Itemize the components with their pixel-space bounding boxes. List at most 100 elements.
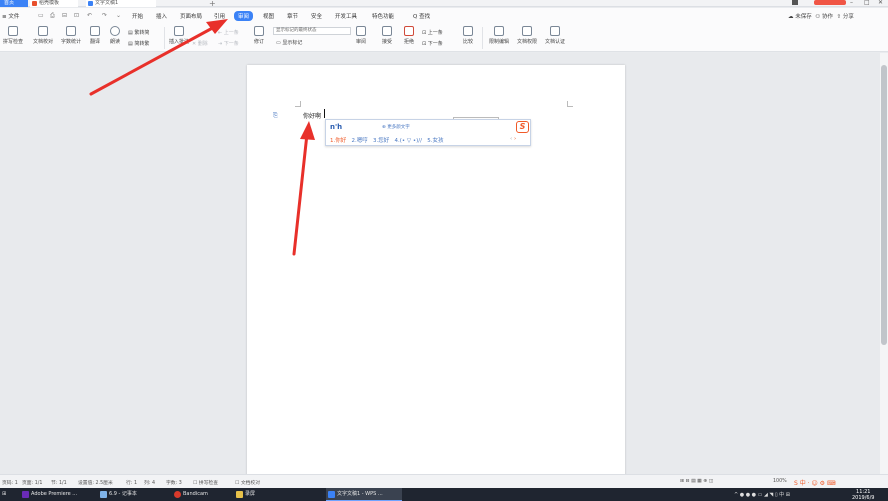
microphone-icon	[110, 26, 120, 36]
prev-comment-button[interactable]: ⇤ 上一条	[218, 29, 239, 36]
status-column[interactable]: 列: 4	[144, 479, 155, 486]
scrollbar-thumb[interactable]	[881, 65, 887, 345]
ime-candidate[interactable]: 5.女孩	[427, 138, 443, 144]
menu-chapter[interactable]: 章节	[287, 12, 298, 20]
status-section[interactable]: 节: 1/1	[51, 479, 67, 486]
search-button[interactable]: Q 查找	[413, 12, 430, 20]
taskbar-premiere[interactable]: Adobe Premiere ...	[20, 488, 94, 501]
menu-bar: ≡ 文件 ▭ ⎙ ⊟ ⊡ ↶ ↷ ⌄ 开始 插入 页面布局 引用 审阅 视图 章…	[0, 8, 888, 24]
track-changes-button[interactable]: 修订	[250, 26, 268, 45]
ime-prev-page-icon[interactable]: ‹	[510, 136, 512, 142]
sogou-status-icon[interactable]: S 中 · ☺ ⚙ ⌨	[794, 478, 836, 487]
status-page-number[interactable]: 页码: 1	[2, 479, 18, 486]
close-button[interactable]: ✕	[878, 0, 883, 6]
folder-icon	[236, 491, 243, 498]
unsaved-status[interactable]: 未保存	[795, 14, 812, 20]
delete-comment-button[interactable]: ✕ 删除	[192, 40, 208, 47]
translate-button[interactable]: 翻译	[86, 26, 104, 45]
menu-review[interactable]: 审阅	[234, 11, 254, 21]
menu-security[interactable]: 安全	[311, 12, 322, 20]
start-button[interactable]: ⊞	[0, 488, 12, 501]
ime-candidate[interactable]: 3.您好	[373, 138, 389, 144]
compare-button[interactable]: 比较	[458, 26, 478, 45]
taskbar-bandicam-label: Bandicam	[183, 491, 208, 497]
doc-proof-button[interactable]: 文档校对	[30, 26, 56, 45]
doc-cert-button[interactable]: 文档认证	[542, 26, 568, 45]
menu-view[interactable]: 视图	[263, 12, 274, 20]
export-icon[interactable]: ⎙	[50, 12, 55, 20]
menu-start[interactable]: 开始	[132, 12, 143, 20]
ime-candidate[interactable]: 1.你好	[330, 138, 346, 144]
tab-templates[interactable]: 稻壳模板	[30, 0, 78, 7]
insert-comment-button[interactable]: 插入批注	[168, 26, 190, 45]
next-change-button[interactable]: ⊡ 下一条	[422, 40, 443, 47]
reject-icon	[404, 26, 414, 36]
menu-references[interactable]: 引用	[214, 12, 225, 20]
system-clock[interactable]: 11:21 2019/6/9	[852, 489, 874, 501]
typed-text[interactable]: 你好啊	[303, 111, 321, 120]
spellcheck-button[interactable]: 拼写检查	[0, 26, 26, 45]
document-workspace[interactable]: ⎘ 你好啊	[0, 53, 880, 485]
ime-more-emoticons[interactable]: ⊕ 更多颜文字	[382, 124, 410, 130]
reject-button[interactable]: 拒绝	[400, 26, 418, 45]
taskbar-recording[interactable]: 录屏	[234, 488, 320, 501]
collab-button[interactable]: 协作	[822, 14, 833, 20]
preview-icon[interactable]: ⊡	[74, 12, 79, 19]
accept-button[interactable]: 接受	[378, 26, 396, 45]
doc-cert-label: 文档认证	[544, 39, 565, 45]
menu-special[interactable]: 特色功能	[372, 12, 394, 20]
add-tab-button[interactable]: +	[209, 0, 216, 8]
maximize-button[interactable]: □	[864, 0, 870, 6]
more-icon[interactable]: ⌄	[116, 12, 121, 19]
show-markup-button[interactable]: ▭ 显示标记	[276, 39, 302, 46]
taskbar-wps[interactable]: 文字文稿1 - WPS ...	[326, 488, 402, 501]
vertical-scrollbar[interactable]	[880, 53, 888, 474]
status-spellcheck[interactable]: ☐ 拼写检查	[193, 479, 218, 486]
status-char-count[interactable]: 字数: 3	[166, 479, 182, 486]
word-count-button[interactable]: 字数统计	[58, 26, 84, 45]
doc-rights-button[interactable]: 文档权限	[514, 26, 540, 45]
view-mode-icons[interactable]: ⊞ ⊟ ▤ ▦ ⊕ ◫	[680, 479, 713, 484]
ime-candidate[interactable]: 2.嗯哼	[352, 138, 368, 144]
next-comment-button[interactable]: ⇥ 下一条	[218, 40, 239, 47]
simp-trad-label: 繁转简	[134, 30, 150, 36]
prev-change-button[interactable]: ⊡ 上一条	[422, 29, 443, 36]
zoom-level[interactable]: 100%	[773, 479, 787, 484]
sogou-logo-icon[interactable]: S	[516, 121, 529, 133]
print-icon[interactable]: ⊟	[62, 12, 67, 19]
word-count-icon	[66, 26, 76, 36]
ime-candidate[interactable]: 4.(• ▽ •)//	[395, 138, 422, 144]
paragraph-layout-icon[interactable]: ⎘	[273, 112, 278, 120]
status-line[interactable]: 行: 1	[126, 479, 137, 486]
reviewers-button[interactable]: 审阅	[352, 26, 370, 45]
avatar[interactable]	[792, 0, 798, 5]
read-aloud-button[interactable]: 朗读	[106, 26, 124, 45]
tab-document[interactable]: 文字文稿1	[86, 0, 156, 7]
ime-candidate-window[interactable]: n'h ⊕ 更多颜文字 S 1.你好 2.嗯哼 3.您好 4.(• ▽ •)//…	[325, 119, 531, 146]
taskbar-premiere-label: Adobe Premiere ...	[31, 491, 78, 497]
compare-label: 比较	[462, 39, 473, 45]
system-tray[interactable]: ^ ● ● ● ▭ ◢ ◥ ▯ 中 ⊞	[734, 491, 790, 498]
redo-icon[interactable]: ↷	[102, 12, 107, 19]
status-position[interactable]: 设置值: 2.5厘米	[78, 479, 113, 486]
taskbar-notepad[interactable]: 6.9 - 记事本	[98, 488, 168, 501]
login-button[interactable]	[814, 0, 846, 5]
undo-icon[interactable]: ↶	[87, 12, 92, 19]
status-proof[interactable]: ☐ 文档校对	[235, 479, 260, 486]
simp-trad-button[interactable]: ▤ 繁转简	[128, 29, 149, 36]
minimize-button[interactable]: –	[850, 0, 853, 6]
markup-state-select[interactable]: 显示标记的最终状态	[273, 27, 351, 35]
ime-next-page-icon[interactable]: ›	[514, 136, 516, 142]
wps-icon	[328, 491, 335, 498]
menu-page-layout[interactable]: 页面布局	[180, 12, 202, 20]
menu-developer[interactable]: 开发工具	[335, 12, 357, 20]
status-pages[interactable]: 页面: 1/1	[22, 479, 42, 486]
menu-insert[interactable]: 插入	[156, 12, 167, 20]
save-icon[interactable]: ▭	[38, 12, 44, 19]
tab-home[interactable]: 首页	[0, 0, 28, 7]
share-button[interactable]: 分享	[843, 14, 854, 20]
restrict-edit-button[interactable]: 限制编辑	[486, 26, 512, 45]
taskbar-bandicam[interactable]: Bandicam	[172, 488, 230, 501]
file-menu[interactable]: ≡ 文件	[2, 12, 19, 20]
trad-simp-button[interactable]: ▤ 简转繁	[128, 40, 149, 47]
